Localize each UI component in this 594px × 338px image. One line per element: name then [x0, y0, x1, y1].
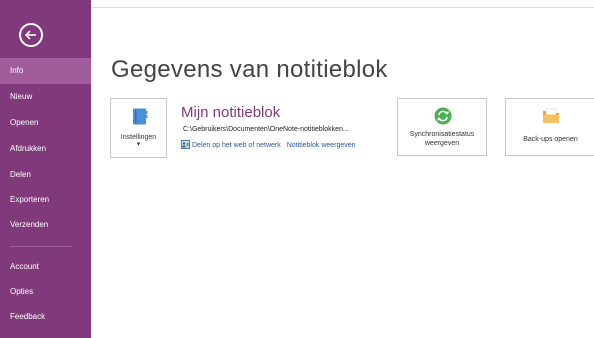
backups-label: Back-ups openen: [523, 136, 578, 143]
sidebar-item-openen[interactable]: Openen: [0, 110, 91, 136]
folder-icon: [543, 108, 559, 123]
sync-icon: [434, 107, 452, 125]
sidebar-item-opties[interactable]: Opties: [0, 279, 91, 305]
sidebar-item-verzenden[interactable]: Verzenden: [0, 212, 91, 238]
backstage-sidebar: Info Nieuw Openen Afdrukken Delen Export…: [0, 0, 91, 338]
back-button[interactable]: [19, 23, 43, 47]
sidebar-item-nieuw[interactable]: Nieuw: [0, 84, 91, 110]
back-arrow-icon: [24, 30, 36, 40]
page-title: Gegevens van notitieblok: [111, 56, 388, 83]
sidebar-item-afdrukken[interactable]: Afdrukken: [0, 136, 91, 162]
sidebar-item-account[interactable]: Account: [0, 254, 91, 280]
sync-label-line1: Synchronisatiestatus: [409, 131, 475, 138]
notebook-icon: [133, 108, 148, 125]
settings-caret: ▾: [136, 141, 141, 148]
sidebar-divider: [10, 246, 72, 247]
sidebar-item-info[interactable]: Info: [0, 58, 91, 84]
notebook-links: Delen op het web of netwerk Notitieblok …: [181, 140, 356, 149]
sidebar-item-delen[interactable]: Delen: [0, 162, 91, 188]
sidebar-item-feedback[interactable]: Feedback: [0, 304, 91, 330]
share-icon: [181, 140, 190, 149]
notebook-path: C:\Gebruikers\Documenten\OneNote-notitie…: [181, 124, 381, 136]
top-divider: [91, 7, 594, 8]
share-link[interactable]: Delen op het web of netwerk: [192, 142, 281, 149]
notebook-name: Mijn notitieblok: [181, 104, 281, 121]
settings-button[interactable]: Instellingen ▾: [110, 98, 167, 158]
sidebar-item-exporteren[interactable]: Exporteren: [0, 187, 91, 213]
sync-status-button[interactable]: Synchronisatiestatus weergeven: [397, 98, 487, 156]
open-backups-button[interactable]: Back-ups openen: [505, 98, 594, 156]
view-notebook-link[interactable]: Notitieblok weergeven: [287, 142, 356, 149]
sync-label-line2: weergeven: [424, 140, 460, 147]
